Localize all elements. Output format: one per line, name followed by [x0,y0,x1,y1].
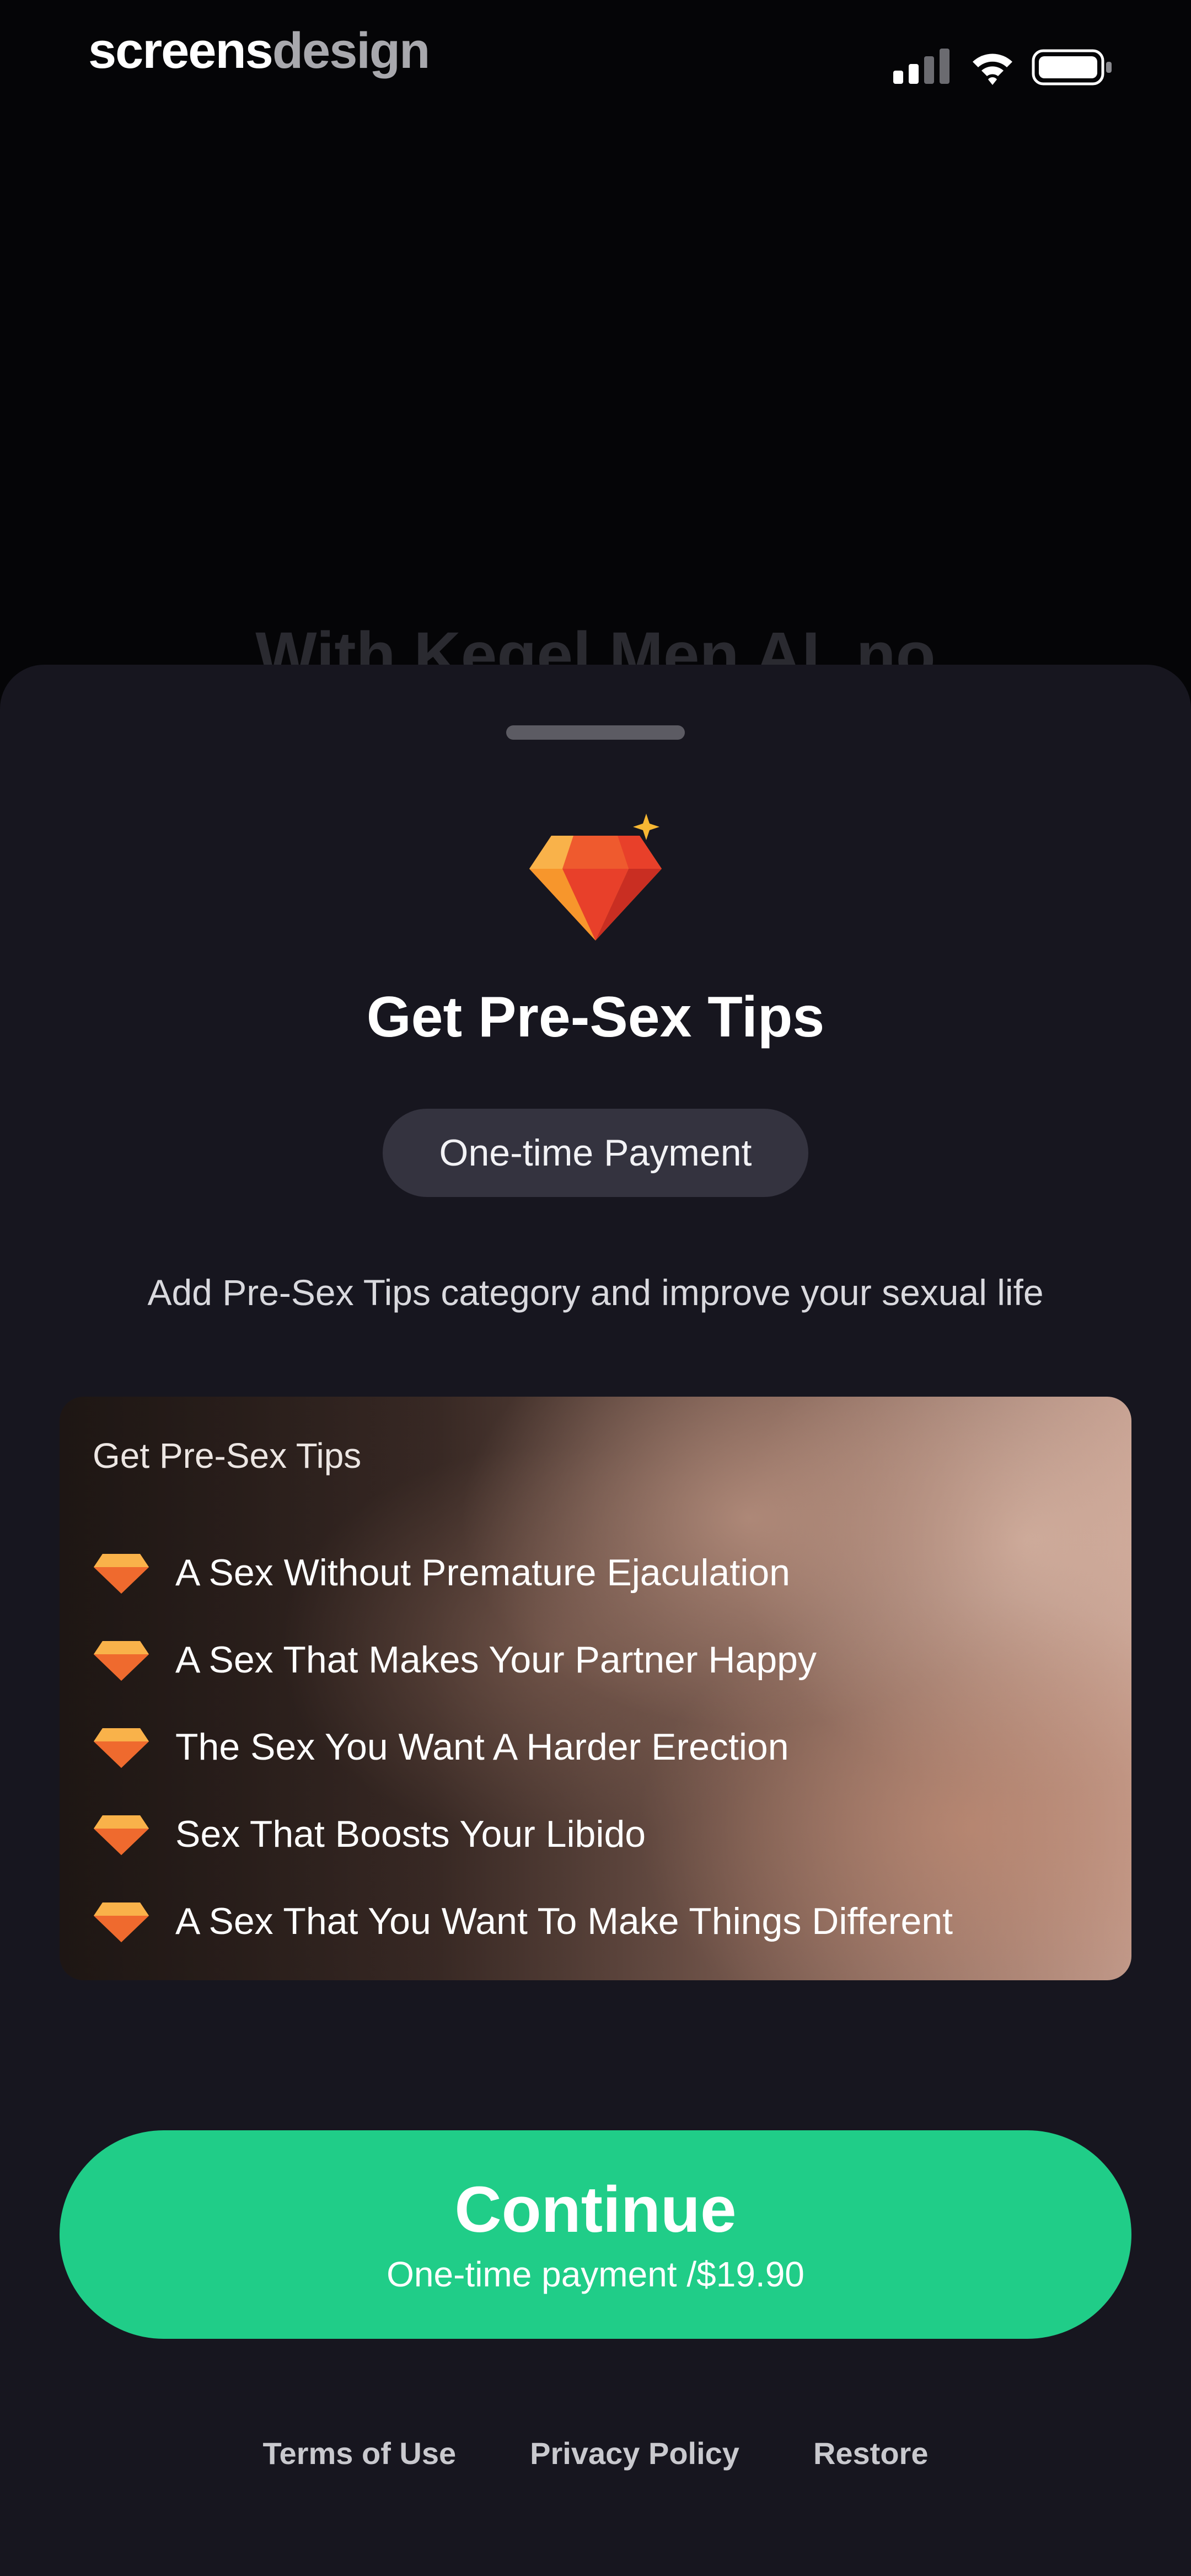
feature-item-label: A Sex That Makes Your Partner Happy [175,1639,817,1681]
diamond-icon [94,1728,149,1768]
diamond-icon [529,814,662,940]
feature-item: The Sex You Want A Harder Erection [93,1703,953,1791]
sheet-grabber-handle[interactable] [506,725,685,740]
feature-list: A Sex Without Premature Ejaculation A Se… [93,1529,953,1965]
restore-link[interactable]: Restore [813,2435,929,2471]
signal-icon [893,49,949,84]
privacy-policy-link[interactable]: Privacy Policy [530,2435,739,2471]
brand-part-2: design [272,23,430,79]
feature-item: A Sex That Makes Your Partner Happy [93,1616,953,1703]
feature-item-label: A Sex That You Want To Make Things Diffe… [175,1900,953,1942]
continue-button[interactable]: Continue One-time payment /$19.90 [60,2130,1131,2339]
diamond-icon [94,1902,149,1942]
feature-item-label: Sex That Boosts Your Libido [175,1813,646,1855]
feature-card-heading: Get Pre-Sex Tips [93,1436,362,1476]
sheet-subtitle: Add Pre-Sex Tips category and improve yo… [147,1272,1044,1313]
status-bar: screensdesign [0,0,1191,121]
continue-button-label: Continue [454,2173,737,2247]
brand-part-1: screens [88,23,273,79]
feature-item: A Sex Without Premature Ejaculation [93,1529,953,1616]
brand-watermark: screensdesign [88,22,430,80]
feature-item: Sex That Boosts Your Libido [93,1791,953,1878]
terms-of-use-link[interactable]: Terms of Use [263,2435,457,2471]
status-icons [893,49,1112,85]
diamond-icon [94,1554,149,1594]
sheet-title: Get Pre-Sex Tips [366,985,825,1049]
diamond-icon [94,1641,149,1681]
payment-type-label: One-time Payment [439,1132,752,1174]
wifi-icon [973,54,1012,85]
feature-card: Get Pre-Sex Tips A Sex Without Premature… [60,1397,1131,1980]
continue-button-price: One-time payment /$19.90 [387,2254,804,2294]
feature-item-label: The Sex You Want A Harder Erection [175,1726,789,1768]
feature-item-label: A Sex Without Premature Ejaculation [175,1552,790,1594]
feature-item: A Sex That You Want To Make Things Diffe… [93,1878,953,1965]
payment-type-badge: One-time Payment [383,1109,808,1197]
diamond-icon [94,1815,149,1855]
footer-links: Terms of Use Privacy Policy Restore [0,2435,1191,2471]
battery-icon [1032,49,1112,85]
bottom-sheet: Get Pre-Sex Tips One-time Payment Add Pr… [0,665,1191,2576]
